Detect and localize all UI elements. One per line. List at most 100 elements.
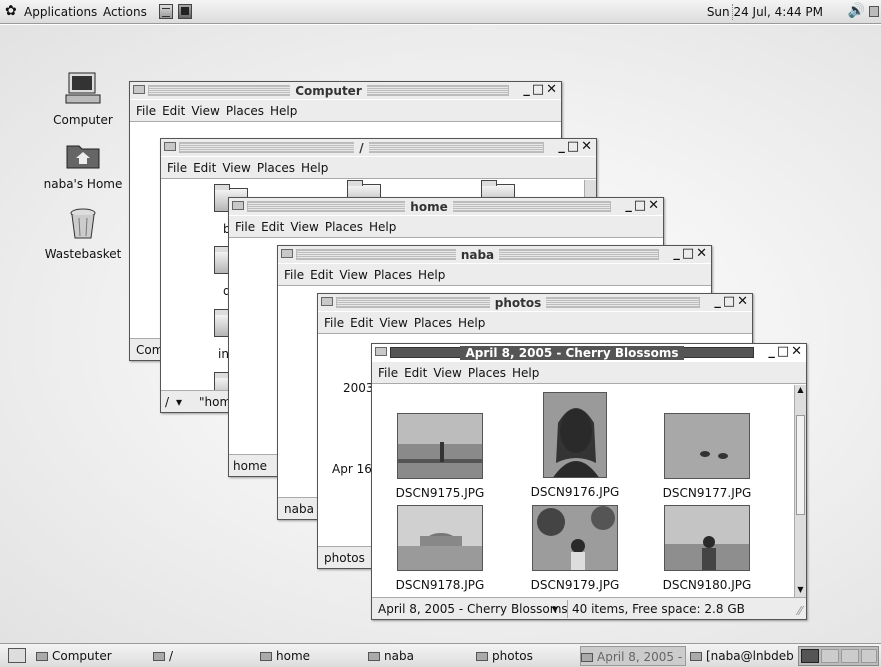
file-item[interactable]: DSCN9180.JPG — [645, 505, 769, 592]
applications-menu[interactable]: Applications — [24, 5, 97, 19]
menu-places[interactable]: Places — [368, 264, 412, 282]
desktop-icon-wastebasket[interactable]: Wastebasket — [38, 208, 128, 261]
location-dropdown[interactable]: April 8, 2005 - Cherry Blossoms — [378, 602, 568, 616]
menu-places[interactable]: Places — [319, 216, 363, 234]
menu-file[interactable]: File — [318, 312, 344, 330]
menu-edit[interactable]: Edit — [156, 100, 185, 118]
taskbar-item-home[interactable]: home — [260, 646, 360, 666]
menu-file[interactable]: File — [130, 100, 156, 118]
menu-edit[interactable]: Edit — [187, 157, 216, 175]
text-editor-launcher-icon[interactable] — [159, 4, 173, 19]
menu-view[interactable]: View — [284, 216, 318, 234]
scroll-up-arrow[interactable]: ▲ — [795, 385, 806, 397]
menu-view[interactable]: View — [185, 100, 219, 118]
taskbar-item-root[interactable]: / — [153, 646, 253, 666]
menu-help[interactable]: Help — [452, 312, 485, 330]
resize-grip-icon[interactable]: ⁄⁄ — [798, 604, 802, 618]
menu-view[interactable]: View — [427, 362, 461, 380]
photo-thumbnail — [532, 505, 619, 572]
menu-edit[interactable]: Edit — [344, 312, 373, 330]
photo-thumbnail — [397, 505, 484, 572]
menu-view[interactable]: View — [333, 264, 367, 282]
title-bar[interactable]: April 8, 2005 - Cherry Blossoms _□✕ — [372, 344, 806, 361]
file-item[interactable]: DSCN9178.JPG — [378, 505, 502, 592]
menu-file[interactable]: File — [161, 157, 187, 175]
menu-bar: File Edit View Places Help — [318, 312, 752, 334]
title-bar[interactable]: Computer _□✕ — [130, 82, 561, 99]
window-menu-icon[interactable] — [133, 85, 145, 94]
menu-edit[interactable]: Edit — [304, 264, 333, 282]
taskbar-label: home — [276, 649, 311, 663]
taskbar-item-terminal[interactable]: [naba@lnbdeb: — [690, 646, 795, 666]
scrollbar-thumb[interactable] — [796, 415, 805, 515]
window-icon — [476, 652, 488, 661]
menu-help[interactable]: Help — [295, 157, 328, 175]
menu-help[interactable]: Help — [363, 216, 396, 234]
location-label[interactable]: / — [165, 395, 169, 409]
volume-icon[interactable]: 🔊 — [848, 3, 865, 19]
window-buttons[interactable]: _□✕ — [768, 344, 804, 359]
window-buttons[interactable]: _□✕ — [625, 198, 661, 213]
window-buttons[interactable]: _□✕ — [714, 294, 750, 309]
window-buttons[interactable]: _□✕ — [523, 82, 559, 97]
menu-help[interactable]: Help — [506, 362, 539, 380]
file-item[interactable]: DSCN9175.JPG — [378, 413, 502, 500]
file-item[interactable]: DSCN9179.JPG — [513, 505, 637, 592]
window-cherry-blossoms[interactable]: April 8, 2005 - Cherry Blossoms _□✕ File… — [371, 343, 807, 620]
menu-file[interactable]: File — [229, 216, 255, 234]
terminal-launcher-icon[interactable] — [178, 4, 192, 19]
window-menu-icon[interactable] — [164, 142, 176, 151]
show-desktop-icon[interactable] — [8, 648, 26, 663]
actions-menu[interactable]: Actions — [103, 5, 147, 19]
window-menu-icon[interactable] — [281, 249, 293, 258]
window-menu-icon[interactable] — [321, 297, 333, 306]
taskbar-item-naba[interactable]: naba — [368, 646, 468, 666]
menu-places[interactable]: Places — [408, 312, 452, 330]
scroll-down-arrow[interactable]: ▼ — [795, 585, 806, 597]
top-panel: ✿ Applications Actions Sun 24 Jul, 4:44 … — [0, 0, 881, 24]
window-menu-icon[interactable] — [375, 347, 387, 356]
window-list-icon[interactable] — [869, 6, 879, 17]
menu-places[interactable]: Places — [251, 157, 295, 175]
menu-help[interactable]: Help — [264, 100, 297, 118]
location-label[interactable]: photos — [324, 551, 365, 565]
file-item[interactable]: DSCN9176.JPG — [513, 392, 637, 499]
taskbar-item-photos[interactable]: photos — [476, 646, 576, 666]
menu-help[interactable]: Help — [412, 264, 445, 282]
menu-file[interactable]: File — [372, 362, 398, 380]
window-buttons[interactable]: _□✕ — [558, 139, 594, 154]
gnome-foot-icon[interactable]: ✿ — [5, 3, 17, 19]
title-bar[interactable]: / _□✕ — [161, 139, 596, 156]
menu-view[interactable]: View — [373, 312, 407, 330]
menu-places[interactable]: Places — [462, 362, 506, 380]
workspace-1[interactable] — [801, 649, 819, 663]
menu-edit[interactable]: Edit — [255, 216, 284, 234]
taskbar-item-computer[interactable]: Computer — [36, 646, 140, 666]
file-name: DSCN9177.JPG — [662, 486, 752, 500]
workspace-switcher[interactable] — [798, 646, 879, 666]
desktop-icon-computer[interactable]: Computer — [38, 72, 128, 127]
location-label[interactable]: home — [233, 459, 267, 473]
location-label[interactable]: naba — [284, 502, 314, 516]
menu-file[interactable]: File — [278, 264, 304, 282]
title-bar[interactable]: naba _□✕ — [278, 246, 711, 263]
status-bar: April 8, 2005 - Cherry Blossoms ▾ 40 ite… — [372, 597, 806, 619]
chevron-down-icon[interactable]: ▾ — [552, 602, 558, 616]
title-bar[interactable]: photos _□✕ — [318, 294, 752, 311]
menu-places[interactable]: Places — [220, 100, 264, 118]
workspace-2[interactable] — [821, 649, 839, 663]
file-item[interactable]: DSCN9177.JPG — [645, 413, 769, 500]
taskbar-item-cherry-blossoms[interactable]: April 8, 2005 - C — [580, 646, 686, 666]
window-buttons[interactable]: _□✕ — [673, 246, 709, 261]
vertical-scrollbar[interactable]: ▲ ▼ — [794, 385, 806, 597]
menu-edit[interactable]: Edit — [398, 362, 427, 380]
desktop-icon-home[interactable]: naba's Home — [38, 140, 128, 191]
menu-view[interactable]: View — [216, 157, 250, 175]
icon-view[interactable]: DSCN9175.JPG DSCN9176.JPG DSCN9177.JPG D… — [372, 385, 806, 597]
workspace-4[interactable] — [861, 649, 877, 663]
window-menu-icon[interactable] — [232, 201, 244, 210]
workspace-3[interactable] — [841, 649, 859, 663]
chevron-down-icon[interactable]: ▾ — [176, 395, 182, 409]
title-bar[interactable]: home _□✕ — [229, 198, 663, 215]
clock[interactable]: Sun 24 Jul, 4:44 PM — [707, 5, 823, 19]
